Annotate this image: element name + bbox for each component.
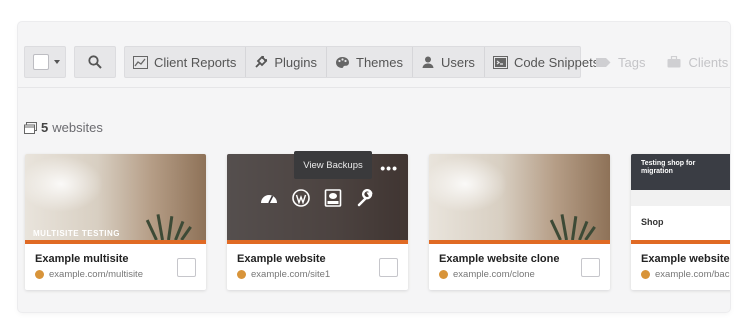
clients-filter[interactable]: Clients [667, 55, 728, 70]
website-name[interactable]: Example website [237, 253, 326, 265]
code-snippets-button[interactable]: Code Snippets [485, 47, 608, 77]
globe-icon [35, 270, 44, 279]
website-name[interactable]: Example multisite [35, 253, 129, 265]
website-card[interactable]: Example website clone example.com/clone [429, 154, 610, 290]
website-card[interactable]: MULTISITE TESTING Example multisite exam… [25, 154, 206, 290]
status-bar [429, 240, 610, 244]
select-all-checkbox[interactable] [33, 54, 49, 70]
themes-label: Themes [356, 54, 403, 70]
website-url[interactable]: example.com/backup [641, 269, 730, 280]
website-name[interactable]: Example website backup [641, 253, 730, 265]
website-name[interactable]: Example website clone [439, 253, 559, 265]
select-all-dropdown[interactable] [24, 46, 66, 78]
view-backups-tooltip: View Backups [294, 151, 372, 179]
status-bar [631, 240, 730, 244]
website-url-text: example.com/multisite [49, 269, 143, 280]
website-count-label: websites [52, 120, 103, 135]
status-bar [25, 240, 206, 244]
search-button[interactable] [74, 46, 116, 78]
briefcase-icon [667, 56, 681, 68]
client-reports-label: Client Reports [154, 54, 237, 70]
palette-icon [336, 56, 350, 68]
search-icon [88, 55, 102, 69]
users-label: Users [440, 54, 475, 70]
thumbnail-caption: MULTISITE TESTING [33, 229, 121, 238]
website-select-checkbox[interactable] [177, 258, 196, 277]
website-url[interactable]: example.com/clone [439, 269, 535, 280]
globe-icon [439, 270, 448, 279]
website-thumbnail[interactable] [429, 154, 610, 240]
websites-panel: Client Reports Plugins Themes Users Code… [18, 22, 730, 312]
website-count-number: 5 [41, 120, 49, 135]
plug-icon [255, 55, 268, 68]
website-url[interactable]: example.com/site1 [237, 269, 330, 280]
dashboard-icon[interactable] [259, 188, 279, 208]
website-select-checkbox[interactable] [379, 258, 398, 277]
website-select-checkbox[interactable] [581, 258, 600, 277]
backup-icon[interactable] [323, 188, 343, 208]
bulk-actions: Client Reports Plugins Themes Users Code… [124, 46, 599, 78]
plugins-label: Plugins [274, 54, 318, 70]
filters: Tags Clients [596, 46, 730, 78]
website-thumbnail[interactable]: MULTISITE TESTING [25, 154, 206, 240]
more-options-icon[interactable]: ••• [380, 160, 398, 176]
website-card[interactable]: Testing shop for migration Shop Example … [631, 154, 730, 290]
thumbnail-hero-text: Testing shop for migration [641, 160, 696, 175]
tags-filter[interactable]: Tags [596, 55, 645, 70]
websites-icon [24, 121, 37, 134]
website-url-text: example.com/clone [453, 269, 535, 280]
status-bar [227, 240, 408, 244]
tags-label: Tags [618, 54, 646, 70]
code-snippets-label: Code Snippets [513, 54, 600, 70]
themes-button[interactable]: Themes [327, 47, 413, 77]
chart-icon [133, 55, 148, 69]
code-icon [492, 55, 508, 69]
thumbnail-title: Shop [641, 217, 664, 227]
clients-label: Clients [688, 54, 729, 70]
website-url-text: example.com/backup [655, 269, 730, 280]
users-button[interactable]: Users [413, 47, 485, 77]
globe-icon [641, 270, 650, 279]
toolbar: Client Reports Plugins Themes Users Code… [18, 22, 730, 88]
client-reports-button[interactable]: Client Reports [125, 47, 247, 77]
website-thumbnail[interactable]: Testing shop for migration Shop [631, 154, 730, 240]
plugins-button[interactable]: Plugins [246, 47, 328, 77]
tag-icon [596, 57, 611, 67]
user-icon [422, 56, 434, 68]
website-count: 5 websites [24, 120, 103, 135]
wordpress-icon[interactable] [291, 188, 311, 208]
website-url[interactable]: example.com/multisite [35, 269, 143, 280]
wrench-icon[interactable] [355, 188, 375, 208]
chevron-down-icon[interactable] [54, 60, 60, 64]
globe-icon [237, 270, 246, 279]
website-url-text: example.com/site1 [251, 269, 331, 280]
